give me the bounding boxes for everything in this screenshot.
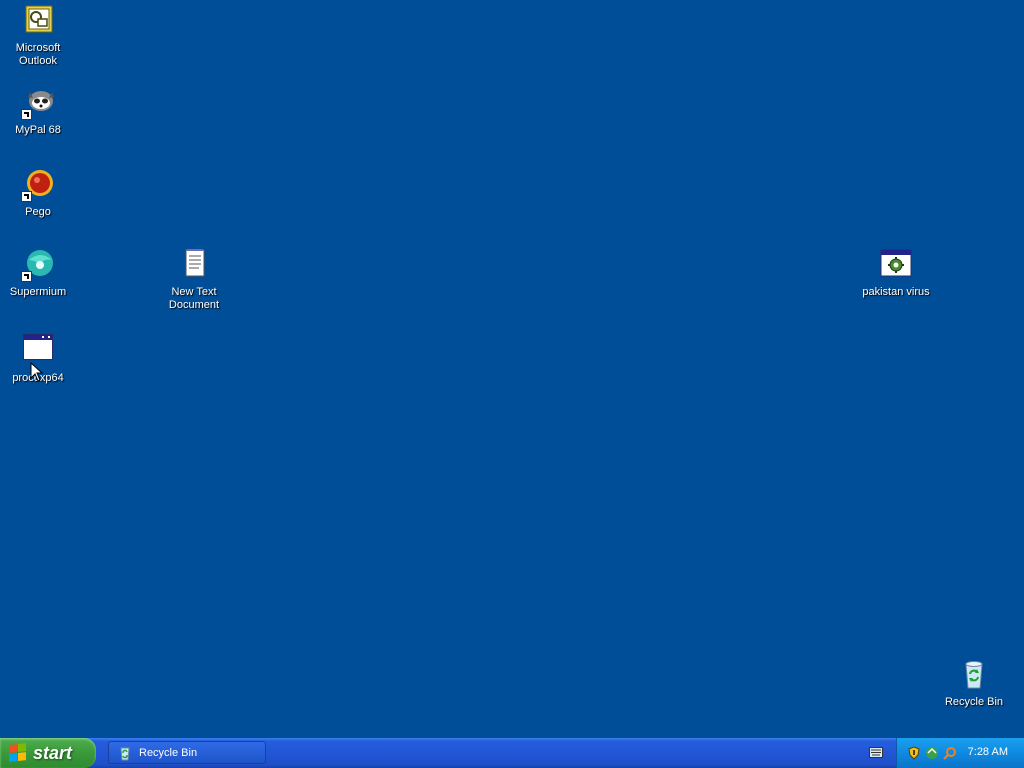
start-label: start [33,742,73,763]
taskbar-item-label: Recycle Bin [139,746,198,759]
system-tray: 7:28 AM [896,738,1024,768]
desktop-icon-label: New Text [171,286,217,298]
desktop-icon-recycle-bin[interactable]: Recycle Bin [936,658,1012,709]
desktop-icon-supermium[interactable]: Supermium [0,248,76,299]
start-button[interactable]: start [0,738,96,768]
taskbar: start Recycle Bin 7:28 AM [0,738,1024,768]
shortcut-arrow-icon [21,191,32,202]
windows-logo-icon [9,743,27,763]
desktop-icon-label: MyPal 68 [15,124,61,136]
desktop-icon-label: Document [168,299,220,311]
keyboard-icon[interactable] [869,747,883,758]
text-document-icon [177,248,211,282]
outlook-icon [21,4,55,38]
desktop-icon-label: Pego [25,206,51,218]
application-icon [879,248,913,282]
pego-icon [21,168,55,202]
desktop-icon-pego[interactable]: Pego [0,168,76,219]
desktop-icon-label: Microsoft [15,42,61,54]
shortcut-arrow-icon [21,271,32,282]
recycle-bin-icon [120,747,130,760]
desktop-icon-label: Recycle Bin [944,696,1004,708]
desktop-icon-label: pakistan virus [862,286,930,298]
taskbar-item-recycle-bin[interactable]: Recycle Bin [108,741,266,764]
desktop-icon-label: Supermium [9,286,67,298]
desktop-icon-mypal-68[interactable]: MyPal 68 [0,86,76,137]
search-icon[interactable] [943,746,957,760]
mouse-cursor-icon [30,362,44,382]
desktop[interactable]: Microsoft Outlook MyPal 68 Pego Supermiu… [0,0,1024,738]
recycle-bin-icon [957,658,991,692]
clock[interactable]: 7:28 AM [968,746,1008,758]
desktop-icon-new-text-document[interactable]: New Text Document [156,248,232,312]
shortcut-arrow-icon [21,109,32,120]
desktop-icon-pakistan-virus[interactable]: pakistan virus [858,248,934,299]
supermium-icon [21,248,55,282]
mypal-icon [21,86,55,120]
network-icon[interactable] [925,746,939,760]
desktop-icon-microsoft-outlook[interactable]: Microsoft Outlook [0,4,76,68]
security-shield-icon[interactable] [907,746,921,760]
desktop-icon-label: Outlook [19,55,57,67]
